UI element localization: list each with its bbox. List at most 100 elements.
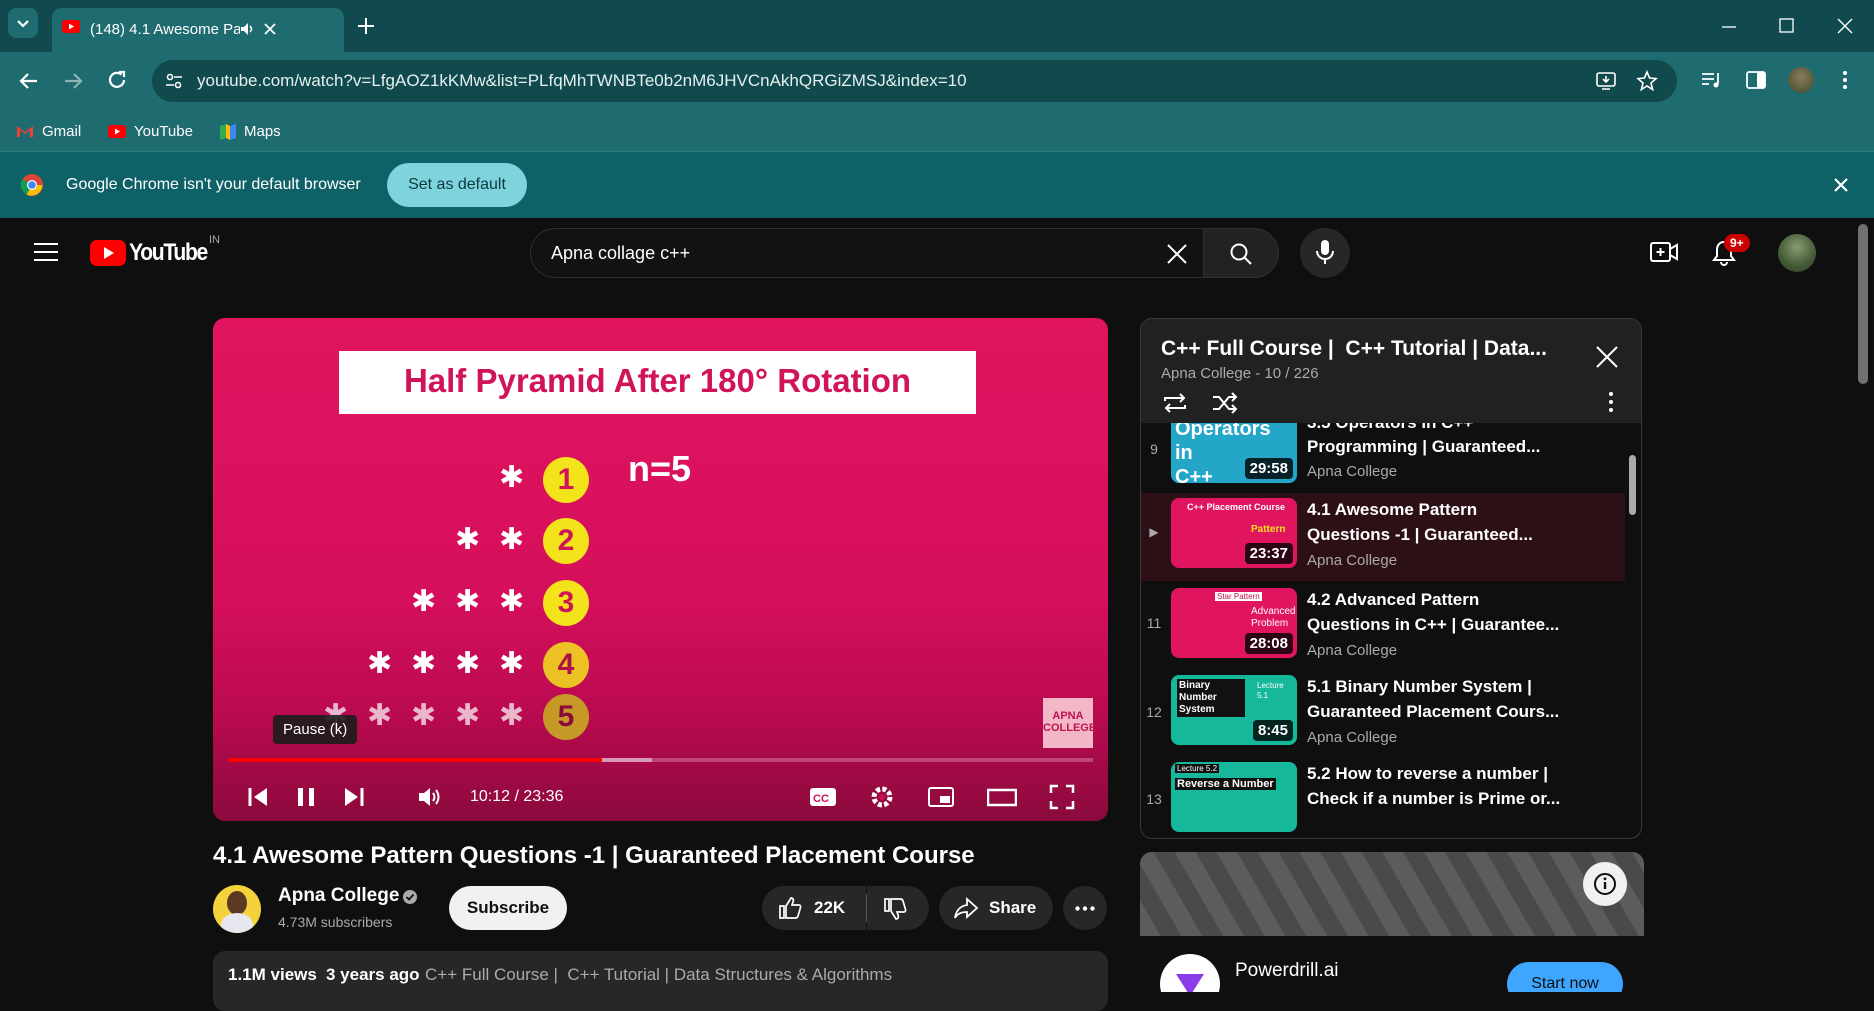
- playlist-close-icon[interactable]: [1595, 345, 1619, 369]
- minimize-icon[interactable]: [1720, 18, 1738, 36]
- window-close-icon[interactable]: [1836, 17, 1854, 35]
- reload-icon[interactable]: [106, 69, 128, 91]
- playlist-item-active[interactable]: ▶ C++ Placement Course Pattern 23:37 4.1…: [1141, 493, 1625, 581]
- star-glyph: ✱: [411, 699, 437, 732]
- media-controls-icon[interactable]: [1700, 69, 1722, 91]
- bookmark-gmail[interactable]: Gmail: [16, 118, 81, 144]
- next-video-icon[interactable]: [343, 786, 365, 808]
- url-text[interactable]: youtube.com/watch?v=LfgAOZ1kKMw&list=PLf…: [197, 71, 967, 91]
- ad-info-button[interactable]: [1583, 862, 1627, 906]
- ad-card[interactable]: Powerdrill.ai Start now: [1140, 852, 1644, 992]
- bookmark-label: YouTube: [134, 122, 193, 140]
- bookmarks-bar: Gmail YouTube Maps: [0, 110, 1874, 152]
- loop-icon[interactable]: [1161, 391, 1189, 415]
- playlist-item[interactable]: 11 Star Pattern Advanced Problem 28:08 4…: [1141, 583, 1625, 671]
- verified-check-icon: [403, 890, 417, 904]
- playlist-scrollbar[interactable]: [1629, 455, 1636, 515]
- star-glyph: ✱: [455, 699, 481, 732]
- channel-avatar[interactable]: [213, 885, 261, 933]
- install-app-icon[interactable]: [1595, 70, 1617, 92]
- address-bar[interactable]: youtube.com/watch?v=LfgAOZ1kKMw&list=PLf…: [152, 60, 1677, 102]
- set-as-default-button[interactable]: Set as default: [387, 163, 527, 207]
- dislike-button[interactable]: [867, 886, 929, 930]
- volume-icon[interactable]: [417, 785, 443, 809]
- star-glyph: ✱: [411, 647, 437, 680]
- gmail-icon: [17, 126, 33, 137]
- side-panel-icon[interactable]: [1745, 69, 1767, 91]
- bookmark-star-icon[interactable]: [1636, 70, 1658, 92]
- star-glyph: ✱: [455, 523, 481, 556]
- progress-played: [228, 758, 602, 762]
- star-glyph: ✱: [455, 585, 481, 618]
- settings-gear-icon[interactable]: [869, 784, 895, 810]
- previous-video-icon[interactable]: [247, 786, 269, 808]
- channel-watermark: APNA COLLEGE: [1043, 698, 1096, 748]
- playlist-item[interactable]: 9 Operators in C++ 29:58 3.5 Operators i…: [1141, 423, 1625, 497]
- back-arrow-icon[interactable]: [18, 70, 40, 92]
- description-box[interactable]: 1.1M views 3 years ago C++ Full Course |…: [213, 951, 1108, 1011]
- infobar-close-icon[interactable]: [1833, 177, 1849, 193]
- new-tab-icon[interactable]: [356, 16, 376, 36]
- theater-mode-icon[interactable]: [987, 785, 1017, 809]
- row-number: 2: [557, 524, 575, 557]
- miniplayer-icon[interactable]: [927, 785, 955, 809]
- view-count: 1.1M views: [228, 965, 317, 984]
- playlist-more-icon[interactable]: [1607, 391, 1615, 413]
- playlist-video-channel: Apna College: [1307, 642, 1398, 659]
- duration-badge: 8:45: [1252, 720, 1293, 741]
- thumbnail-text: C++ Placement Course: [1187, 502, 1286, 512]
- youtube-logo-icon: [90, 240, 126, 266]
- thumbnail-text: Lecture 5.2: [1175, 764, 1220, 773]
- forward-arrow-icon[interactable]: [62, 70, 84, 92]
- tooltip: Pause (k): [273, 715, 358, 744]
- playlist-title[interactable]: C++ Full Course | C++ Tutorial | Data...: [1161, 337, 1571, 361]
- voice-search-button[interactable]: [1300, 228, 1350, 278]
- subscriber-count: 4.73M subscribers: [278, 914, 393, 930]
- kebab-menu-icon[interactable]: [1840, 69, 1850, 91]
- youtube-logo[interactable]: YouTube: [90, 239, 218, 266]
- share-label: Share: [989, 898, 1037, 917]
- captions-icon[interactable]: CC: [809, 785, 837, 809]
- chrome-logo-icon: [20, 174, 43, 196]
- row-number: 5: [557, 700, 575, 733]
- audio-playing-icon[interactable]: [238, 20, 256, 38]
- subscribe-button[interactable]: Subscribe: [449, 886, 567, 930]
- share-button[interactable]: Share: [939, 886, 1053, 930]
- upload-age: 3 years ago: [326, 965, 420, 984]
- bookmark-youtube[interactable]: YouTube: [108, 118, 193, 144]
- search-input[interactable]: Apna collage c++: [530, 228, 1204, 278]
- create-video-icon[interactable]: [1650, 241, 1678, 263]
- fullscreen-icon[interactable]: [1049, 784, 1075, 810]
- playlist-item[interactable]: 12 Binary Number System Lecture 5.1 8:45…: [1141, 670, 1625, 758]
- video-player[interactable]: Half Pyramid After 180° Rotation n=5 ✱ 1…: [213, 318, 1108, 821]
- video-thumbnail: C++ Placement Course Pattern 23:37: [1171, 498, 1297, 568]
- profile-avatar[interactable]: [1788, 67, 1814, 93]
- playlist-index: 9: [1150, 441, 1158, 457]
- shuffle-icon[interactable]: [1211, 391, 1239, 415]
- maximize-icon[interactable]: [1778, 17, 1796, 35]
- thumbnail-text: Star Pattern: [1215, 592, 1262, 601]
- bookmark-maps[interactable]: Maps: [218, 118, 281, 144]
- search-button[interactable]: [1203, 228, 1279, 278]
- like-button[interactable]: 22K: [762, 886, 866, 930]
- playlist-list: 9 Operators in C++ 29:58 3.5 Operators i…: [1141, 423, 1625, 838]
- hamburger-menu-icon[interactable]: [34, 242, 58, 262]
- active-tab[interactable]: (148) 4.1 Awesome Pattern Q: [52, 8, 344, 52]
- channel-name[interactable]: Apna College: [278, 885, 399, 907]
- tab-close-icon[interactable]: [262, 21, 278, 37]
- tab-search-button[interactable]: [8, 8, 38, 38]
- page-scrollbar[interactable]: [1858, 224, 1868, 384]
- more-actions-button[interactable]: [1063, 886, 1107, 930]
- star-glyph: ✱: [367, 699, 393, 732]
- star-glyph: ✱: [499, 699, 525, 732]
- playlist-index: 13: [1146, 791, 1162, 807]
- progress-track[interactable]: [228, 758, 1093, 762]
- star-glyph: ✱: [499, 585, 525, 618]
- account-avatar[interactable]: [1778, 234, 1816, 272]
- pause-icon[interactable]: [295, 786, 317, 808]
- duration-badge: 28:08: [1244, 633, 1293, 654]
- ad-cta-button[interactable]: Start now: [1507, 962, 1623, 992]
- clear-search-icon[interactable]: [1166, 243, 1188, 265]
- playlist-item[interactable]: 13 Lecture 5.2 Reverse a Number 5.2 How …: [1141, 757, 1625, 838]
- site-info-icon[interactable]: [164, 71, 184, 91]
